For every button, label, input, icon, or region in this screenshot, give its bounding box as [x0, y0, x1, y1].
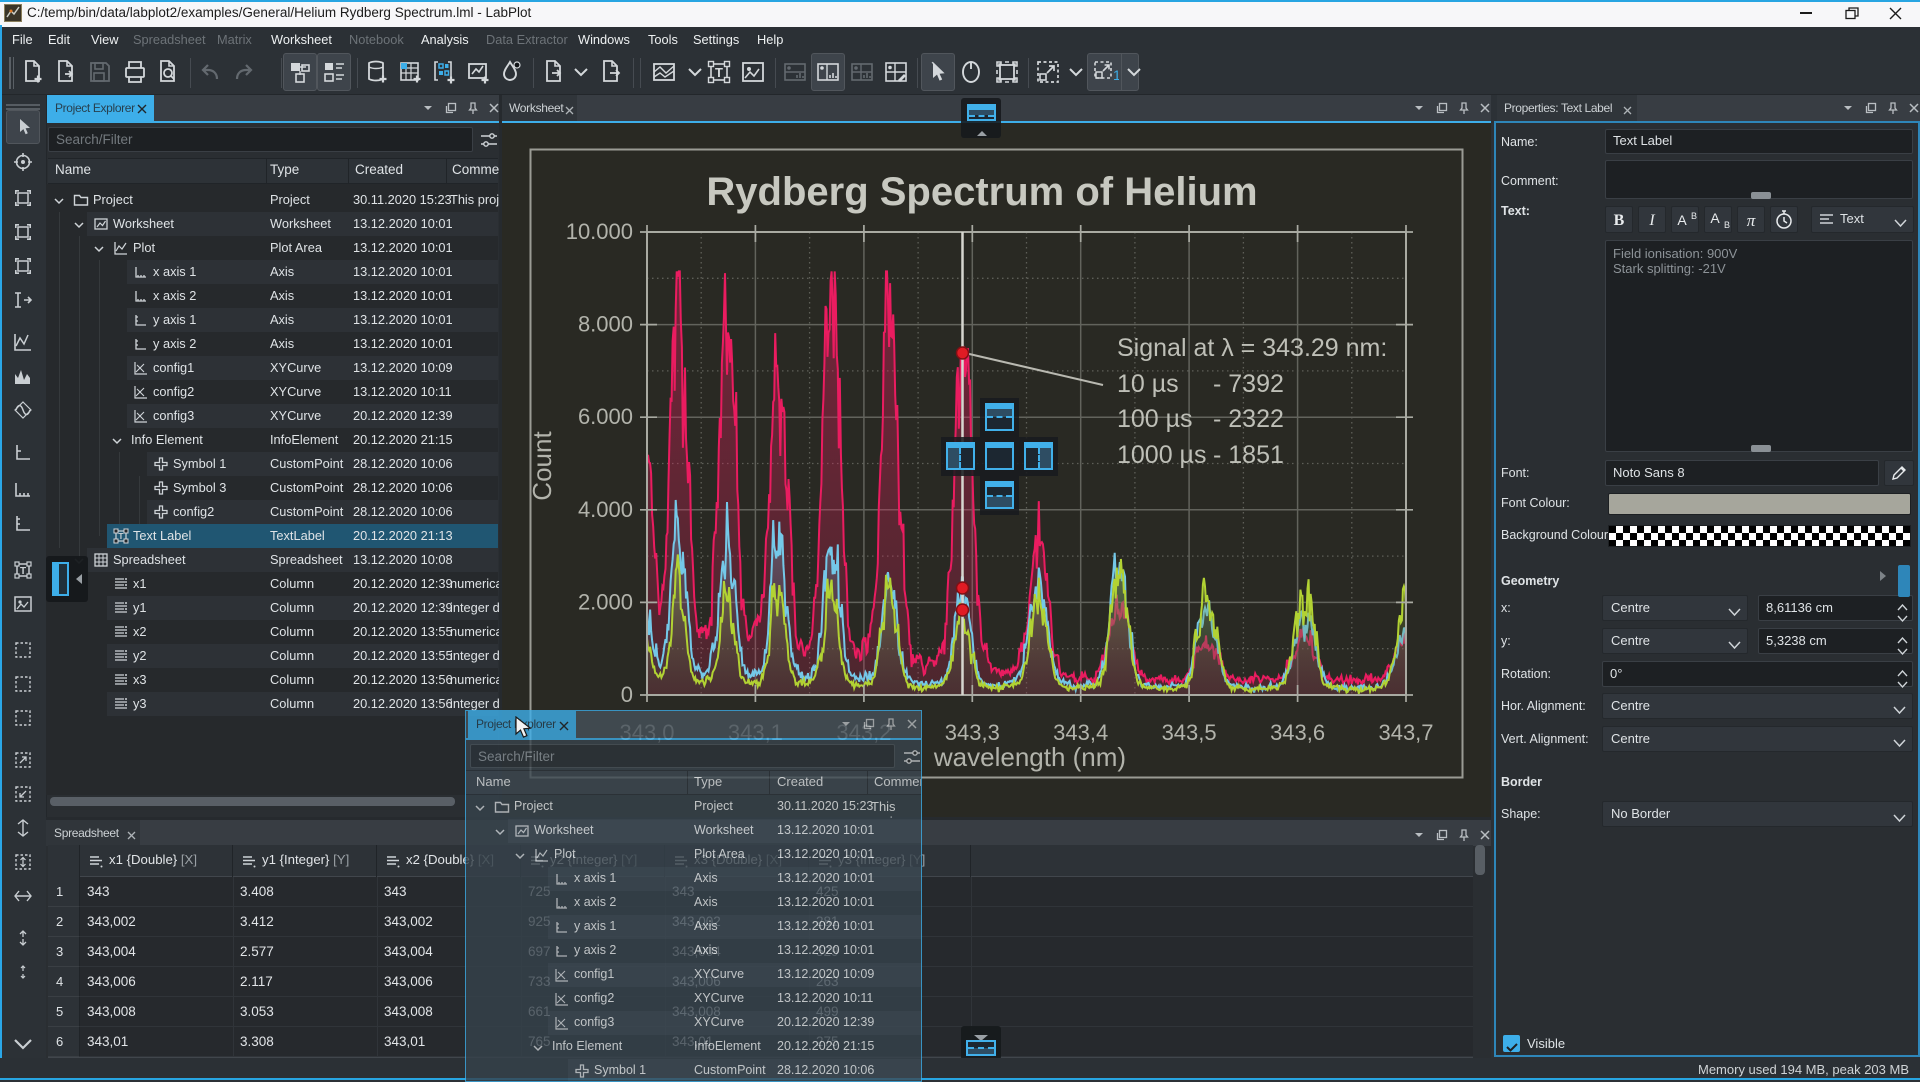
svg-text:10.000: 10.000: [566, 219, 633, 244]
svg-text:wavelength (nm): wavelength (nm): [933, 742, 1126, 772]
svg-text:100 µs: 100 µs: [1117, 405, 1193, 433]
svg-text:A: A: [1677, 212, 1687, 228]
svg-text:π: π: [1747, 211, 1756, 230]
svg-text:2.000: 2.000: [578, 589, 633, 614]
svg-text:343,6: 343,6: [1270, 720, 1325, 745]
svg-text:4.000: 4.000: [578, 497, 633, 522]
svg-text:B: B: [1691, 211, 1697, 221]
svg-text:6.000: 6.000: [578, 404, 633, 429]
svg-text:T: T: [20, 566, 26, 577]
svg-text:Signal at λ = 343.29 nm:: Signal at λ = 343.29 nm:: [1117, 334, 1387, 362]
svg-text:T: T: [119, 532, 124, 541]
svg-text:A: A: [1710, 210, 1720, 226]
svg-text:10 µs: 10 µs: [1117, 370, 1179, 398]
svg-text:- 1851: - 1851: [1213, 441, 1284, 469]
svg-text:T: T: [715, 65, 723, 80]
svg-text:0: 0: [621, 682, 633, 707]
svg-text:343,5: 343,5: [1162, 720, 1217, 745]
svg-text:Count: Count: [527, 431, 557, 501]
svg-text:B: B: [1724, 220, 1730, 230]
svg-text:8.000: 8.000: [578, 312, 633, 337]
svg-text:I: I: [1648, 212, 1655, 229]
svg-text:B: B: [1614, 212, 1625, 229]
svg-text:1000 µs: 1000 µs: [1117, 441, 1206, 469]
svg-text:1: 1: [1113, 67, 1119, 83]
svg-text:343,7: 343,7: [1378, 720, 1433, 745]
svg-text:- 2322: - 2322: [1213, 405, 1284, 433]
svg-text:- 7392: - 7392: [1213, 370, 1284, 398]
svg-text:Rydberg Spectrum of Helium: Rydberg Spectrum of Helium: [706, 170, 1257, 214]
